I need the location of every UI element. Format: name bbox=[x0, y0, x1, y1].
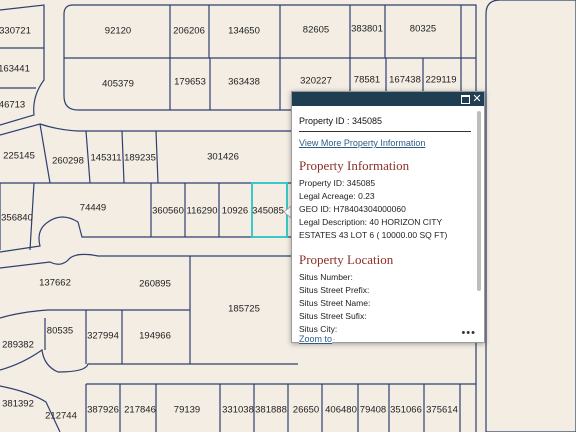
location-field: Situs Street Prefix: bbox=[299, 285, 370, 295]
popup-body[interactable]: Property ID : 345085 View More Property … bbox=[292, 107, 476, 340]
zoom-to-link[interactable]: Zoom to bbox=[299, 334, 333, 344]
popup-footer: Zoom to ••• bbox=[299, 327, 476, 344]
parcel-lines bbox=[0, 0, 576, 432]
field-label: Legal Acreage: bbox=[299, 191, 356, 201]
view-more-info-link[interactable]: View More Property Information bbox=[299, 138, 476, 148]
field-value: H78404304000060 bbox=[333, 204, 406, 214]
field-label: Property ID: bbox=[299, 178, 345, 188]
property-field: Legal Acreage: 0.23 bbox=[299, 190, 476, 203]
property-field: GEO ID: H78404304000060 bbox=[299, 203, 476, 216]
property-field: Property ID: 345085 bbox=[299, 177, 476, 190]
property-popup: ✕ Property ID : 345085 View More Propert… bbox=[291, 91, 485, 344]
legal-description: Legal Description: 40 HORIZON CITY ESTAT… bbox=[299, 216, 476, 242]
field-label: GEO ID: bbox=[299, 204, 332, 214]
maximize-icon[interactable] bbox=[459, 93, 471, 105]
field-value: 345085 bbox=[346, 178, 376, 188]
parcel-map[interactable]: 330721 92120 206206 134650 82605 383801 80325 1… bbox=[0, 0, 576, 432]
location-field: Situs Number: bbox=[299, 272, 353, 282]
popup-scrollbar[interactable] bbox=[477, 111, 481, 291]
popup-title: Property ID : 345085 bbox=[299, 116, 383, 126]
location-field: Situs Street Sufix: bbox=[299, 311, 367, 321]
close-icon[interactable]: ✕ bbox=[471, 93, 483, 105]
legal-description-label: Legal Description: bbox=[299, 217, 368, 227]
title-divider bbox=[299, 131, 471, 132]
popup-header: ✕ bbox=[292, 92, 484, 106]
property-location-heading: Property Location bbox=[299, 252, 394, 267]
more-actions-icon[interactable]: ••• bbox=[461, 327, 476, 339]
field-value: 0.23 bbox=[358, 191, 375, 201]
property-information-heading: Property Information bbox=[299, 158, 410, 173]
location-field: Situs Street Name: bbox=[299, 298, 371, 308]
